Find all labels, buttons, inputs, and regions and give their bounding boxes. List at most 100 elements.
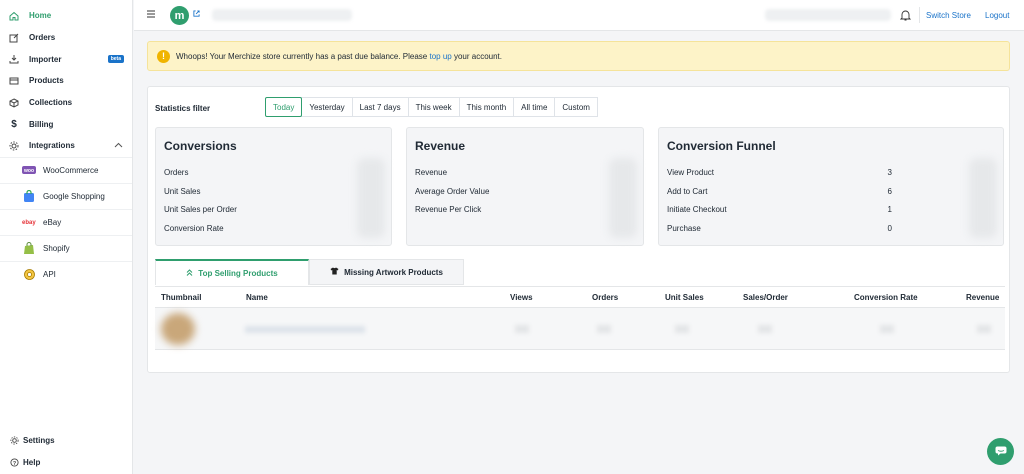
- tshirt-icon: [330, 267, 339, 277]
- bell-icon[interactable]: [899, 9, 912, 23]
- product-thumbnail[interactable]: [161, 313, 195, 345]
- logout-link[interactable]: Logout: [985, 11, 1009, 20]
- sidebar: Home Orders Importer beta Products Colle…: [0, 0, 133, 474]
- filter-today[interactable]: Today: [265, 97, 303, 117]
- product-name-redacted[interactable]: [245, 326, 365, 333]
- edit-icon: [9, 33, 19, 43]
- integration-label: API: [43, 269, 56, 279]
- filter-yesterday[interactable]: Yesterday: [301, 97, 353, 117]
- col-views[interactable]: Views: [510, 293, 533, 302]
- cell-redacted: [515, 325, 529, 333]
- stat-row: Unit Sales per Order: [164, 205, 237, 214]
- sidebar-item-label: Collections: [29, 98, 73, 108]
- cell-redacted: [675, 325, 689, 333]
- stat-row: Orders: [164, 168, 189, 177]
- chevron-up-icon[interactable]: [114, 141, 123, 150]
- warning-icon: !: [157, 49, 170, 63]
- integration-label: WooCommerce: [43, 165, 99, 175]
- values-redacted: [969, 158, 997, 238]
- sidebar-item-label: Home: [29, 11, 52, 21]
- col-conversion-rate[interactable]: Conversion Rate: [854, 293, 918, 302]
- sidebar-item-collections[interactable]: Collections: [0, 92, 132, 114]
- filter-this-week[interactable]: This week: [407, 97, 460, 117]
- sidebar-item-billing[interactable]: $ Billing: [0, 113, 132, 135]
- table-header: Thumbnail Name Views Orders Unit Sales S…: [155, 286, 1005, 308]
- tab-missing-artwork-products[interactable]: Missing Artwork Products: [309, 259, 464, 285]
- col-revenue[interactable]: Revenue: [966, 293, 999, 302]
- sidebar-item-help[interactable]: ? Help: [0, 452, 133, 474]
- integration-label: Google Shopping: [43, 191, 105, 201]
- col-unit-sales[interactable]: Unit Sales: [665, 293, 704, 302]
- stat-row: Conversion Rate: [164, 224, 224, 233]
- google-shopping-icon: [22, 189, 36, 203]
- divider: [919, 7, 920, 23]
- cell-redacted: [977, 325, 991, 333]
- sidebar-item-label: Importer: [29, 54, 62, 64]
- stat-row: Unit Sales: [164, 187, 201, 196]
- filter-all-time[interactable]: All time: [513, 97, 556, 117]
- col-thumbnail: Thumbnail: [161, 293, 202, 302]
- switch-store-link[interactable]: Switch Store: [926, 11, 971, 20]
- filter-last-7-days[interactable]: Last 7 days: [351, 97, 409, 117]
- svg-text:woo: woo: [23, 168, 34, 174]
- stat-row: Initiate Checkout 1: [667, 205, 892, 214]
- sidebar-item-label: Billing: [29, 119, 54, 129]
- top-up-link[interactable]: top up: [429, 52, 451, 61]
- integration-shopify[interactable]: Shopify: [0, 234, 132, 261]
- download-icon: [9, 54, 19, 64]
- sidebar-item-label: Integrations: [29, 141, 75, 151]
- table-row[interactable]: [155, 308, 1005, 350]
- shopify-bag-icon: [22, 241, 36, 255]
- dollar-icon: $: [11, 118, 17, 130]
- stat-row: Add to Cart 6: [667, 187, 892, 196]
- sidebar-item-products[interactable]: Products: [0, 70, 132, 92]
- sidebar-item-importer[interactable]: Importer beta: [0, 48, 132, 70]
- merchize-logo[interactable]: m: [170, 6, 189, 25]
- top-bar: m Switch Store Logout: [134, 0, 1024, 31]
- help-icon: ?: [9, 458, 19, 468]
- sidebar-item-label: Products: [29, 76, 64, 86]
- stat-row: View Product 3: [667, 168, 892, 177]
- chat-icon: [995, 446, 1007, 458]
- integration-google-shopping[interactable]: Google Shopping: [0, 182, 132, 209]
- past-due-banner: ! Whoops! Your Merchize store currently …: [147, 41, 1010, 71]
- chat-widget-button[interactable]: [987, 438, 1014, 465]
- cell-redacted: [880, 325, 894, 333]
- cell-redacted: [758, 325, 772, 333]
- sidebar-item-settings[interactable]: Settings: [0, 430, 133, 452]
- integration-api[interactable]: API: [0, 260, 132, 287]
- col-sales-order[interactable]: Sales/Order: [743, 293, 788, 302]
- values-redacted: [357, 158, 385, 238]
- cell-redacted: [597, 325, 611, 333]
- integration-woocommerce[interactable]: woo WooCommerce: [0, 156, 132, 183]
- integration-ebay[interactable]: ebay eBay: [0, 208, 132, 235]
- stat-row: Purchase 0: [667, 224, 892, 233]
- conversions-panel: Conversions Orders Unit Sales Unit Sales…: [155, 127, 392, 246]
- svg-text:ebay: ebay: [22, 220, 36, 226]
- stat-row: Average Order Value: [415, 187, 490, 196]
- filter-this-month[interactable]: This month: [458, 97, 515, 117]
- filter-custom[interactable]: Custom: [554, 97, 598, 117]
- sidebar-item-label: Help: [23, 458, 41, 468]
- filter-group: Today Yesterday Last 7 days This week Th…: [265, 97, 598, 117]
- external-link-icon[interactable]: [193, 10, 200, 19]
- tab-top-selling-products[interactable]: Top Selling Products: [155, 259, 309, 285]
- account-redacted: [765, 9, 891, 21]
- store-name-redacted: [212, 9, 352, 21]
- hamburger-menu-icon[interactable]: [147, 10, 155, 20]
- sidebar-item-home[interactable]: Home: [0, 5, 132, 27]
- integration-label: eBay: [43, 217, 62, 227]
- panel-title: Conversions: [164, 139, 237, 153]
- cube-icon: [9, 98, 19, 108]
- gear-icon: [9, 141, 19, 151]
- revenue-panel: Revenue Revenue Average Order Value Reve…: [406, 127, 644, 246]
- settings-icon: [9, 436, 19, 446]
- sidebar-item-orders[interactable]: Orders: [0, 27, 132, 49]
- col-orders[interactable]: Orders: [592, 293, 618, 302]
- sidebar-item-label: Orders: [29, 33, 56, 43]
- beta-badge: beta: [107, 55, 124, 64]
- product-tabs: Top Selling Products Missing Artwork Pro…: [155, 259, 464, 285]
- conversion-funnel-panel: Conversion Funnel View Product 3 Add to C…: [658, 127, 1004, 246]
- sidebar-item-integrations[interactable]: Integrations: [0, 135, 132, 157]
- svg-text:?: ?: [12, 461, 15, 467]
